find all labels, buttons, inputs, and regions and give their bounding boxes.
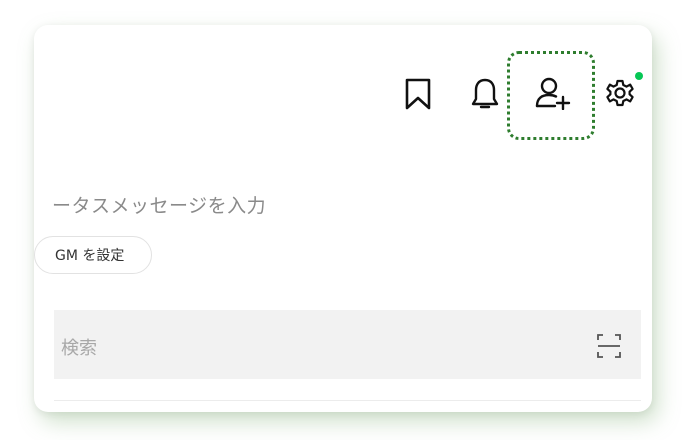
divider: [54, 400, 641, 401]
bell-icon[interactable]: [470, 77, 500, 111]
add-friend-icon[interactable]: [535, 76, 571, 110]
search-placeholder: 検索: [61, 338, 97, 359]
notification-dot: [635, 72, 643, 80]
home-panel: ータスメッセージを入力 GM を設定 検索: [34, 25, 652, 412]
scan-icon[interactable]: [597, 334, 621, 362]
status-message-input[interactable]: ータスメッセージを入力: [52, 191, 266, 218]
search-input[interactable]: 検索: [54, 310, 641, 379]
bookmark-icon[interactable]: [404, 78, 432, 110]
bgm-setting-button[interactable]: GM を設定: [34, 236, 152, 274]
gear-icon[interactable]: [604, 77, 636, 109]
bgm-button-label: GM を設定: [55, 248, 125, 264]
